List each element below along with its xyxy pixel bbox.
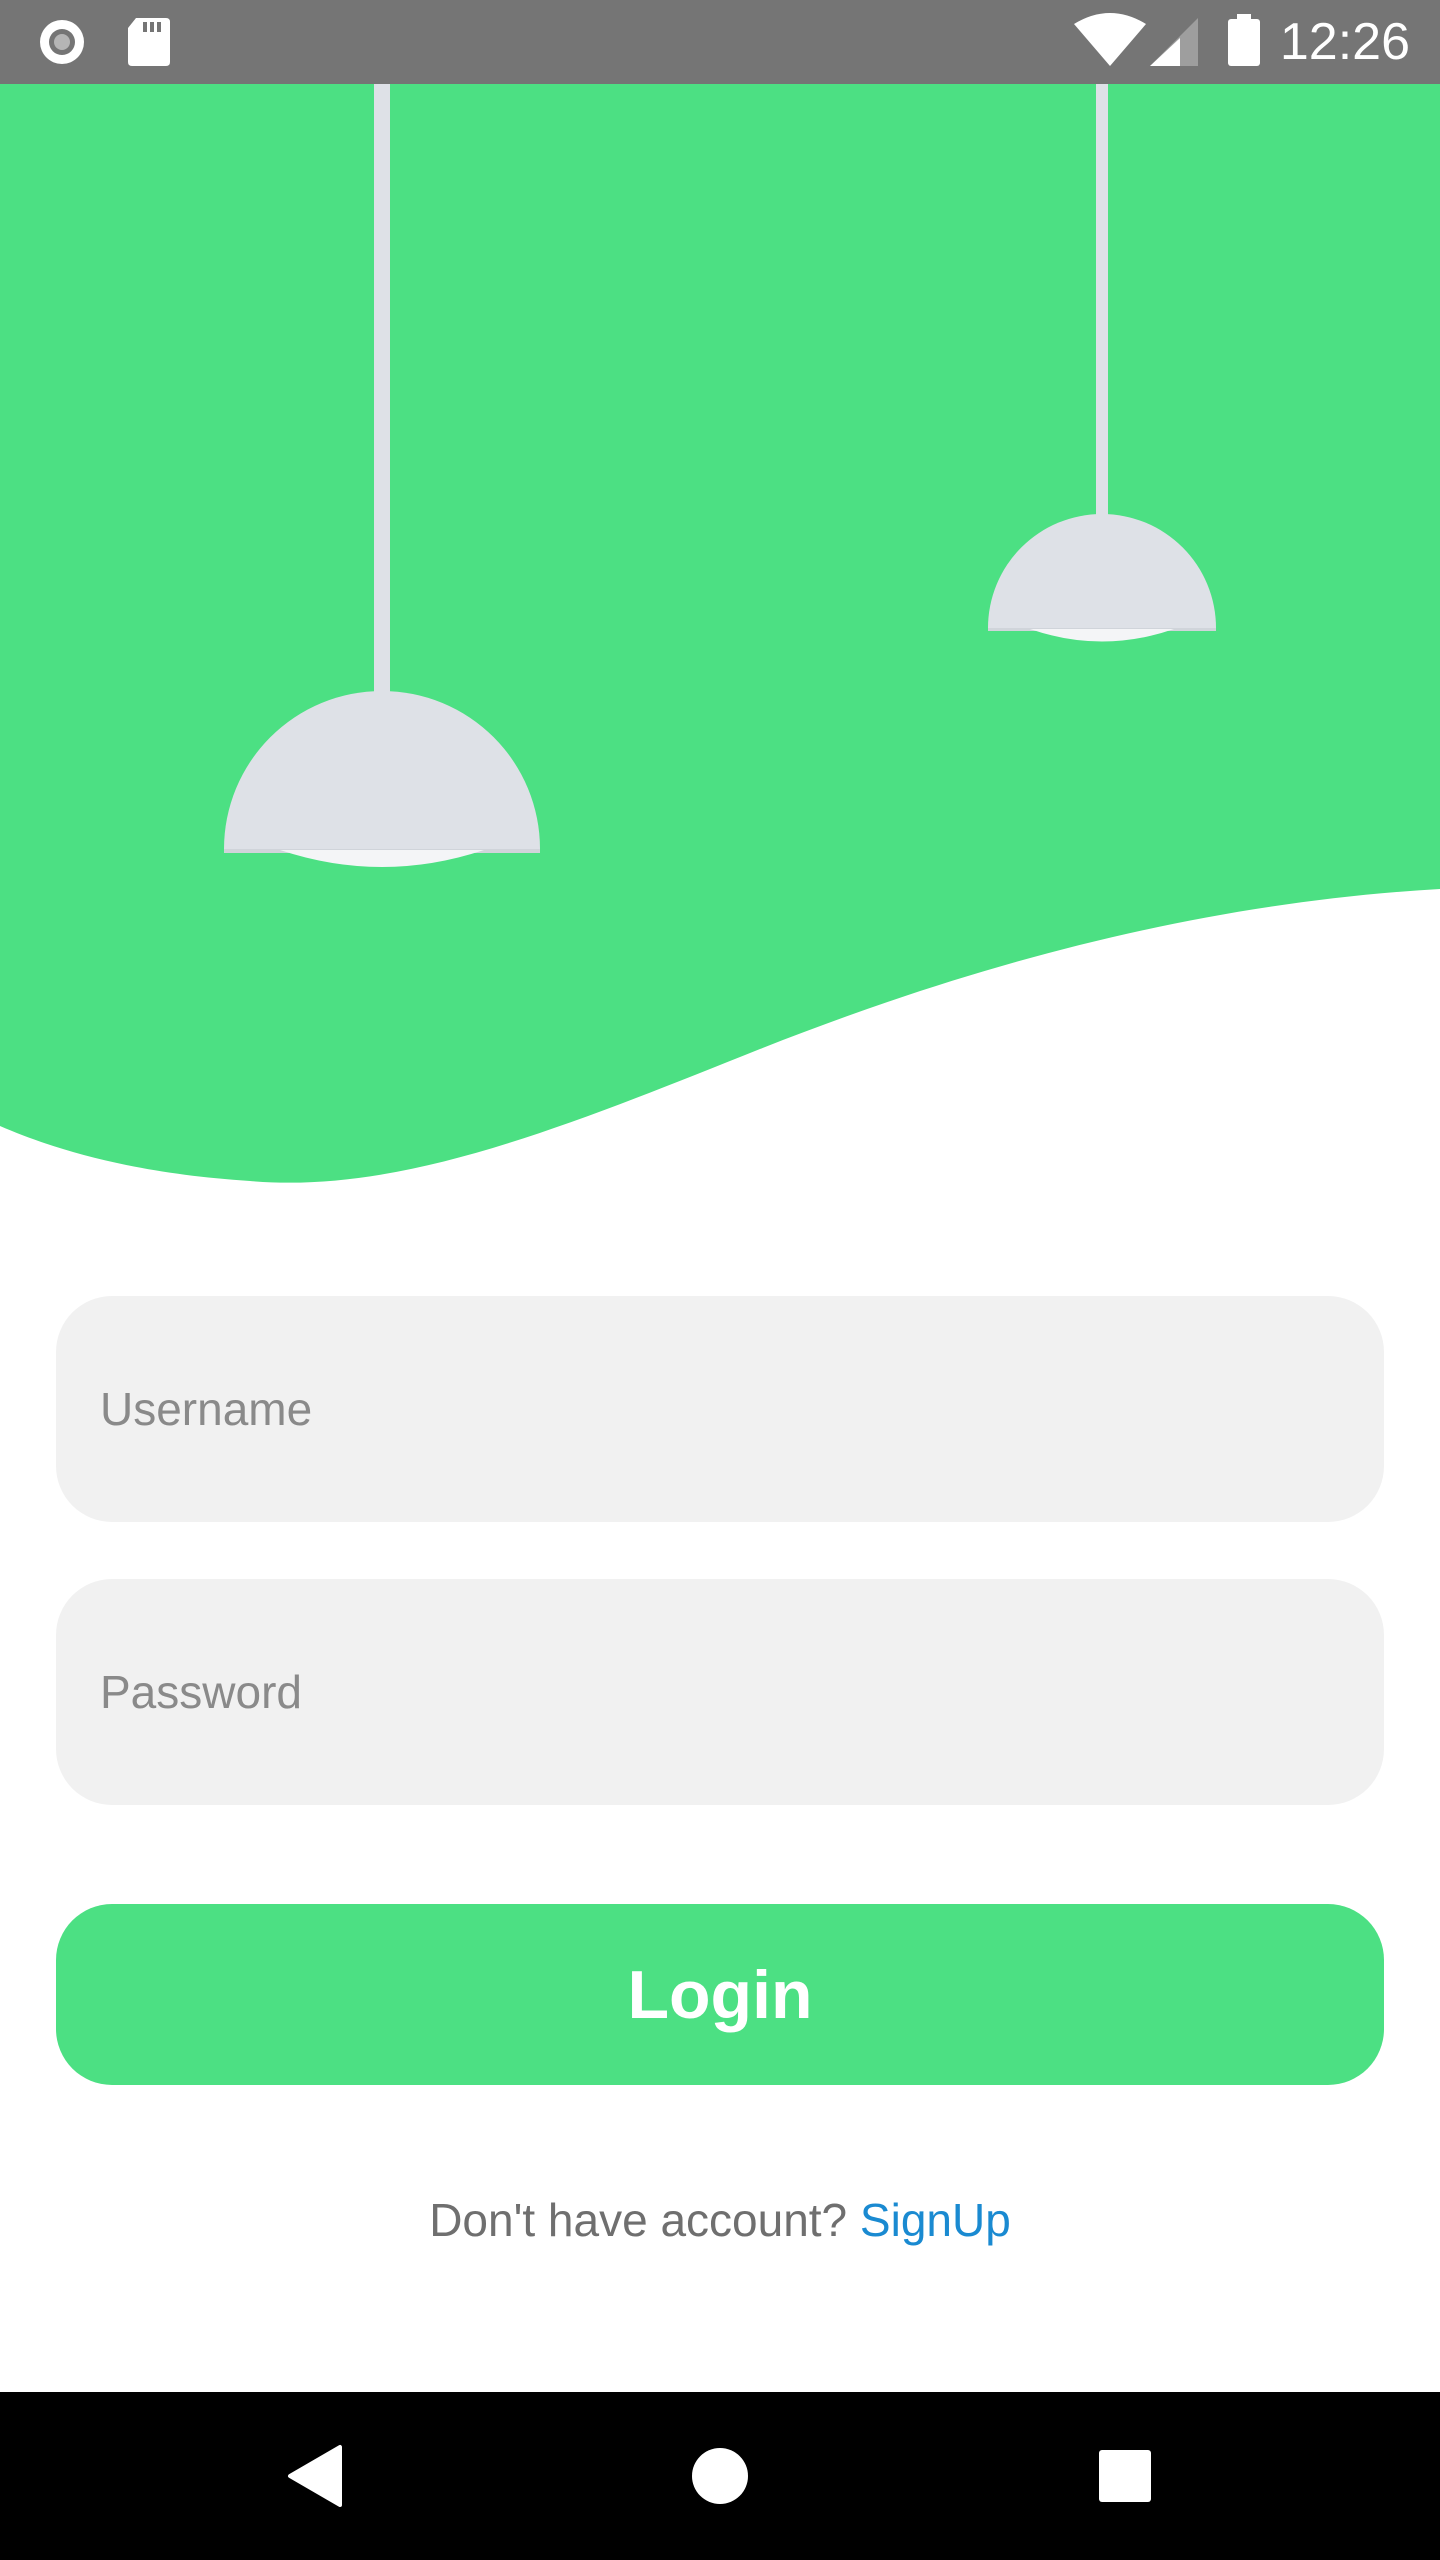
status-time: 12:26 (1279, 13, 1410, 71)
wave-shape (0, 84, 1440, 1183)
sd-card-icon (128, 18, 170, 66)
login-screen: 12:26 Login (0, 0, 1440, 2560)
signup-link[interactable]: SignUp (860, 2194, 1011, 2246)
navigation-bar (0, 2392, 1440, 2560)
wifi-icon (1074, 13, 1146, 66)
password-input[interactable] (98, 1664, 1384, 1720)
status-bar: 12:26 (0, 0, 1440, 84)
hero-svg (0, 84, 1440, 1183)
hero-illustration (0, 84, 1440, 1204)
username-field[interactable] (56, 1296, 1384, 1522)
login-button[interactable]: Login (56, 1904, 1384, 2085)
username-input[interactable] (98, 1381, 1384, 1437)
battery-icon (1228, 14, 1260, 66)
signup-prompt: Don't have account? SignUp (0, 2180, 1440, 2260)
recents-icon[interactable] (1041, 2392, 1209, 2560)
record-icon (40, 20, 84, 64)
signup-prompt-text: Don't have account? (429, 2194, 860, 2246)
back-icon[interactable] (232, 2392, 400, 2560)
home-icon[interactable] (636, 2392, 804, 2560)
cellular-signal-icon (1150, 18, 1198, 66)
password-field[interactable] (56, 1579, 1384, 1805)
